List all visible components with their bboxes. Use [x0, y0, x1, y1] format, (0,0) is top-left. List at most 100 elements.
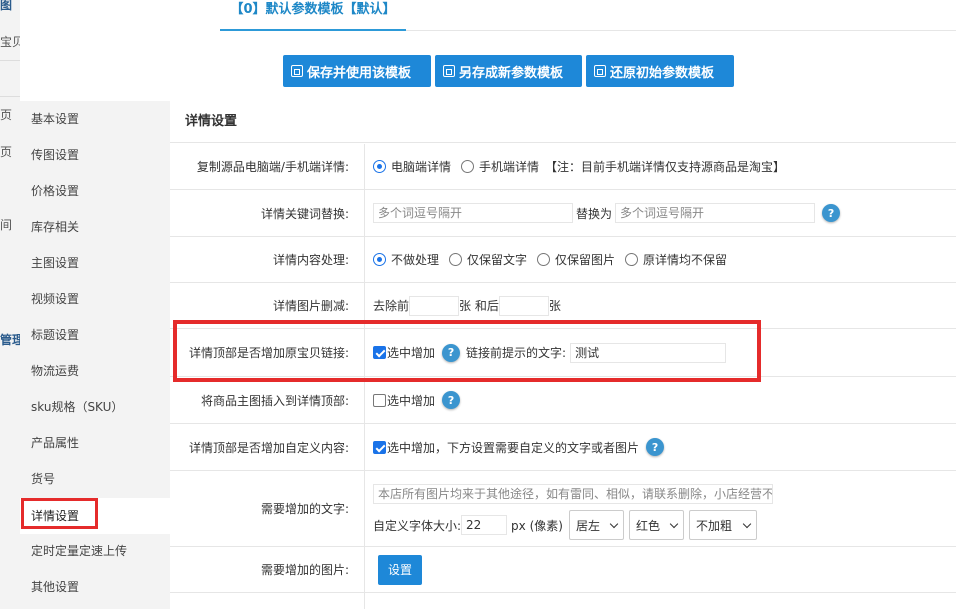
radio-images-only[interactable]	[537, 253, 551, 266]
row-divider	[364, 593, 365, 609]
font-size-input[interactable]: 22	[461, 515, 508, 535]
row-divider	[364, 424, 365, 470]
sidebar-item-label: 其他设置	[31, 580, 80, 594]
content-process-row: 详情内容处理: 不做处理 仅保留文字 仅保留图片 原详情均不保留	[170, 237, 956, 283]
background-fragment: 图	[0, 0, 13, 12]
main-image-insert-label: 将商品主图插入到详情顶部:	[200, 393, 349, 408]
font-size-label: 自定义字体大小:	[373, 518, 462, 533]
question-icon[interactable]: ?	[822, 204, 841, 222]
content-process-options: 不做处理 仅保留文字 仅保留图片 原详情均不保留	[373, 237, 727, 282]
radio-keep-none-label: 原详情均不保留	[643, 253, 728, 267]
custom-image-row: 需要增加的图片: 设置	[170, 547, 956, 593]
radio-pc-detail-label: 电脑端详情	[391, 160, 452, 174]
row-divider	[364, 144, 365, 189]
radio-no-process-label: 不做处理	[391, 253, 440, 267]
row-divider	[364, 237, 365, 282]
chevron-down-icon	[669, 519, 679, 528]
background-fragment: 宝贝	[0, 35, 20, 49]
trim-suffix-label: 张	[548, 299, 561, 313]
sidebar-item-sku[interactable]: sku规格（SKU）	[20, 389, 170, 425]
sidebar-item-label: sku规格（SKU）	[31, 400, 124, 414]
custom-content-checkbox[interactable]	[373, 440, 386, 454]
radio-text-only-label: 仅保留文字	[467, 253, 528, 267]
sidebar-item-label: 库存相关	[31, 220, 80, 234]
copy-source-note: 【注：目前手机端详情仅支持源商品是淘宝】	[545, 160, 786, 174]
trim-back-count-input[interactable]	[498, 295, 549, 316]
custom-content-fields: 选中增加，下方设置需要自定义的文字或者图片 ?	[373, 424, 665, 470]
main-image-insert-checkbox[interactable]	[373, 393, 386, 407]
background-fragment: 管理	[0, 333, 20, 347]
sidebar-item-price[interactable]: 价格设置	[20, 173, 170, 209]
keyword-replace-row: 详情关键词替换: 多个词逗号隔开 替换为 多个词逗号隔开 ?	[170, 190, 956, 237]
radio-mobile-detail-label: 手机端详情	[479, 160, 540, 174]
sidebar-item-main-image[interactable]: 主图设置	[20, 245, 170, 281]
text-align-value: 居左	[575, 518, 600, 533]
sidebar-item-item-number[interactable]: 货号	[20, 461, 170, 497]
save-as-new-template-button[interactable]: 另存成新参数模板	[435, 55, 582, 87]
background-fragment: 页	[0, 145, 13, 159]
custom-image-label: 需要增加的图片:	[260, 563, 349, 577]
radio-pc-detail[interactable]	[373, 160, 386, 173]
restore-default-template-button[interactable]: 还原初始参数模板	[586, 55, 734, 87]
custom-image-set-button[interactable]: 设置	[378, 554, 423, 585]
settings-sidebar: 基本设置 传图设置 价格设置 库存相关 主图设置 视频设置 标题设置 物流运费 …	[20, 101, 171, 609]
custom-text-input-wrap: 本店所有图片均来于其他途径，如有雷同、相似，请联系删除，小店经营不	[373, 484, 773, 507]
row-divider	[364, 377, 365, 423]
sidebar-item-label: 定时定量定速上传	[31, 544, 128, 558]
text-color-value: 红色	[635, 518, 660, 533]
radio-mobile-detail[interactable]	[461, 160, 475, 173]
radio-keep-none[interactable]	[625, 253, 639, 266]
text-weight-select[interactable]: 不加粗	[688, 510, 757, 540]
text-color-select[interactable]: 红色	[628, 510, 684, 540]
sidebar-item-basic[interactable]: 基本设置	[20, 101, 170, 137]
trim-middle-label: 张 和后	[459, 299, 499, 313]
keyword-replace-label: 详情关键词替换:	[260, 206, 349, 221]
highlight-annotation-sidebar	[21, 498, 98, 529]
sidebar-item-attributes[interactable]: 产品属性	[20, 425, 170, 461]
background-fragment: 间	[0, 218, 13, 232]
keyword-from-input[interactable]: 多个词逗号隔开	[373, 203, 573, 223]
sidebar-item-label: 视频设置	[31, 292, 80, 306]
sidebar-item-label: 基本设置	[31, 112, 80, 126]
main-image-insert-fields: 选中增加 ?	[373, 377, 461, 423]
custom-text-row: 需要增加的文字: 本店所有图片均来于其他途径，如有雷同、相似，请联系删除，小店经…	[170, 471, 956, 547]
chevron-down-icon	[742, 519, 752, 528]
sidebar-item-title[interactable]: 标题设置	[20, 317, 170, 353]
sidebar-item-inventory[interactable]: 库存相关	[20, 209, 170, 245]
question-icon[interactable]: ?	[646, 438, 665, 456]
sidebar-item-label: 物流运费	[31, 364, 80, 378]
sidebar-item-shipping[interactable]: 物流运费	[20, 353, 170, 389]
custom-content-label: 详情顶部是否增加自定义内容:	[188, 440, 349, 455]
replace-with-label: 替换为	[576, 206, 613, 221]
copy-source-options: 电脑端详情 手机端详情 【注：目前手机端详情仅支持源商品是淘宝】	[373, 144, 785, 189]
custom-text-input[interactable]: 本店所有图片均来于其他途径，如有雷同、相似，请联系删除，小店经营不	[373, 484, 773, 504]
trim-front-count-input[interactable]	[409, 295, 460, 316]
save-and-use-template-label: 保存并使用该模板	[307, 65, 412, 81]
question-icon[interactable]: ?	[442, 391, 461, 409]
custom-content-checkbox-label: 选中增加，下方设置需要自定义的文字或者图片	[387, 440, 640, 455]
background-panel	[0, 0, 20, 609]
next-row-partial	[170, 593, 956, 609]
save-and-use-template-button[interactable]: 保存并使用该模板	[283, 55, 431, 87]
sidebar-item-video[interactable]: 视频设置	[20, 281, 170, 317]
sidebar-item-scheduled-upload[interactable]: 定时定量定速上传	[20, 533, 170, 569]
main-image-insert-row: 将商品主图插入到详情顶部: 选中增加 ?	[170, 377, 956, 424]
radio-images-only-label: 仅保留图片	[555, 253, 616, 267]
page-root: 图 宝贝 页 页 间 管理 【0】默认参数模板【默认】 保存并使用该模板 另存成…	[0, 0, 956, 609]
font-size-unit: px (像素)	[511, 518, 563, 533]
keyword-to-input[interactable]: 多个词逗号隔开	[615, 203, 816, 223]
radio-text-only[interactable]	[449, 253, 463, 266]
restore-default-template-label: 还原初始参数模板	[610, 65, 715, 81]
tab-active-underline	[220, 29, 406, 31]
radio-no-process[interactable]	[373, 253, 386, 266]
row-divider	[364, 547, 365, 592]
sidebar-item-label: 主图设置	[31, 256, 80, 270]
section-title: 详情设置	[170, 101, 956, 143]
main-image-insert-checkbox-label: 选中增加	[387, 393, 436, 408]
custom-image-fields: 设置	[378, 547, 423, 592]
tab-default-template[interactable]: 【0】默认参数模板【默认】	[220, 0, 406, 30]
sidebar-item-label: 传图设置	[31, 148, 80, 162]
sidebar-item-other[interactable]: 其他设置	[20, 569, 170, 605]
text-align-select[interactable]: 居左	[568, 510, 624, 540]
sidebar-item-image-upload[interactable]: 传图设置	[20, 137, 170, 173]
